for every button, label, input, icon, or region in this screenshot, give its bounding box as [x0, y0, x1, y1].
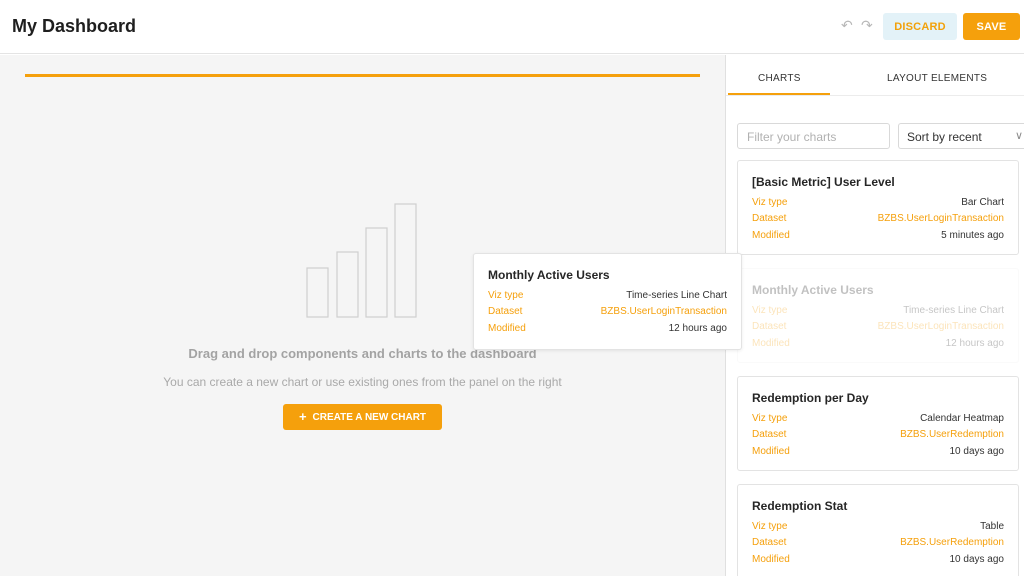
drag-preview-card[interactable]: Monthly Active Users Viz type Time-serie… [473, 253, 742, 350]
dataset-label: Dataset [488, 306, 523, 317]
dataset-label: Dataset [752, 213, 787, 224]
dataset-link[interactable]: BZBS.UserRedemption [900, 429, 1004, 440]
modified-value: 5 minutes ago [941, 230, 1004, 241]
empty-state-subtitle: You can create a new chart or use existi… [163, 375, 562, 389]
chart-card-title: Redemption per Day [752, 391, 869, 405]
save-button[interactable]: SAVE [963, 13, 1020, 40]
active-tab-indicator [728, 93, 830, 95]
page-title: My Dashboard [12, 16, 137, 36]
chart-card-title: Monthly Active Users [752, 283, 874, 297]
dataset-label: Dataset [752, 429, 787, 440]
dataset-link[interactable]: BZBS.UserLoginTransaction [601, 306, 727, 317]
modified-label: Modified [752, 230, 790, 241]
viz-type-label: Viz type [488, 290, 524, 301]
dataset-link[interactable]: BZBS.UserRedemption [900, 537, 1004, 548]
bar-chart-icon [306, 203, 417, 318]
modified-label: Modified [488, 323, 526, 334]
create-chart-button[interactable]: + CREATE A NEW CHART [283, 404, 442, 430]
header: My Dashboard ↶ ↷ DISCARD SAVE [0, 0, 1024, 54]
viz-type-value: Bar Chart [961, 197, 1004, 208]
discard-button[interactable]: DISCARD [883, 13, 957, 40]
create-chart-label: CREATE A NEW CHART [312, 411, 427, 423]
dataset-label: Dataset [752, 321, 787, 332]
viz-type-value: Time-series Line Chart [626, 290, 727, 301]
viz-type-value: Table [980, 521, 1004, 532]
viz-type-label: Viz type [752, 197, 788, 208]
chart-card-title: Monthly Active Users [488, 268, 610, 282]
chart-card[interactable]: [Basic Metric] User Level Viz type Bar C… [737, 160, 1019, 255]
filter-charts-input[interactable]: Filter your charts [737, 123, 890, 149]
chart-card-title: Redemption Stat [752, 499, 848, 513]
tab-charts[interactable]: CHARTS [758, 73, 801, 84]
chart-card[interactable]: Redemption Stat Viz type Table Dataset B… [737, 484, 1019, 576]
dataset-link[interactable]: BZBS.UserLoginTransaction [878, 213, 1004, 224]
chart-card[interactable]: Redemption per Day Viz type Calendar Hea… [737, 376, 1019, 471]
modified-label: Modified [752, 446, 790, 457]
undo-icon[interactable]: ↶ [841, 18, 855, 32]
panel-tabs: CHARTS LAYOUT ELEMENTS [726, 55, 1024, 96]
tab-layout-elements[interactable]: LAYOUT ELEMENTS [887, 73, 987, 84]
modified-value: 12 hours ago [668, 323, 727, 334]
dataset-label: Dataset [752, 537, 787, 548]
redo-icon[interactable]: ↷ [861, 18, 875, 32]
dataset-link[interactable]: BZBS.UserLoginTransaction [878, 321, 1004, 332]
viz-type-value: Calendar Heatmap [920, 413, 1004, 424]
plus-icon: + [298, 409, 307, 424]
chart-card[interactable]: Monthly Active Users Viz type Time-serie… [737, 268, 1019, 363]
viz-type-value: Time-series Line Chart [903, 305, 1004, 316]
viz-type-label: Viz type [752, 521, 788, 532]
sort-select-value: Sort by recent [907, 130, 982, 144]
sort-select[interactable]: Sort by recent ∨ [898, 123, 1024, 149]
drop-indicator [25, 74, 700, 77]
side-panel: CHARTS LAYOUT ELEMENTS Filter your chart… [725, 55, 1024, 576]
viz-type-label: Viz type [752, 305, 788, 316]
modified-label: Modified [752, 554, 790, 565]
modified-value: 10 days ago [949, 446, 1005, 457]
modified-value: 10 days ago [949, 554, 1005, 565]
viz-type-label: Viz type [752, 413, 788, 424]
chart-card-title: [Basic Metric] User Level [752, 175, 895, 189]
modified-value: 12 hours ago [945, 338, 1004, 349]
chevron-down-icon: ∨ [1014, 130, 1023, 142]
modified-label: Modified [752, 338, 790, 349]
